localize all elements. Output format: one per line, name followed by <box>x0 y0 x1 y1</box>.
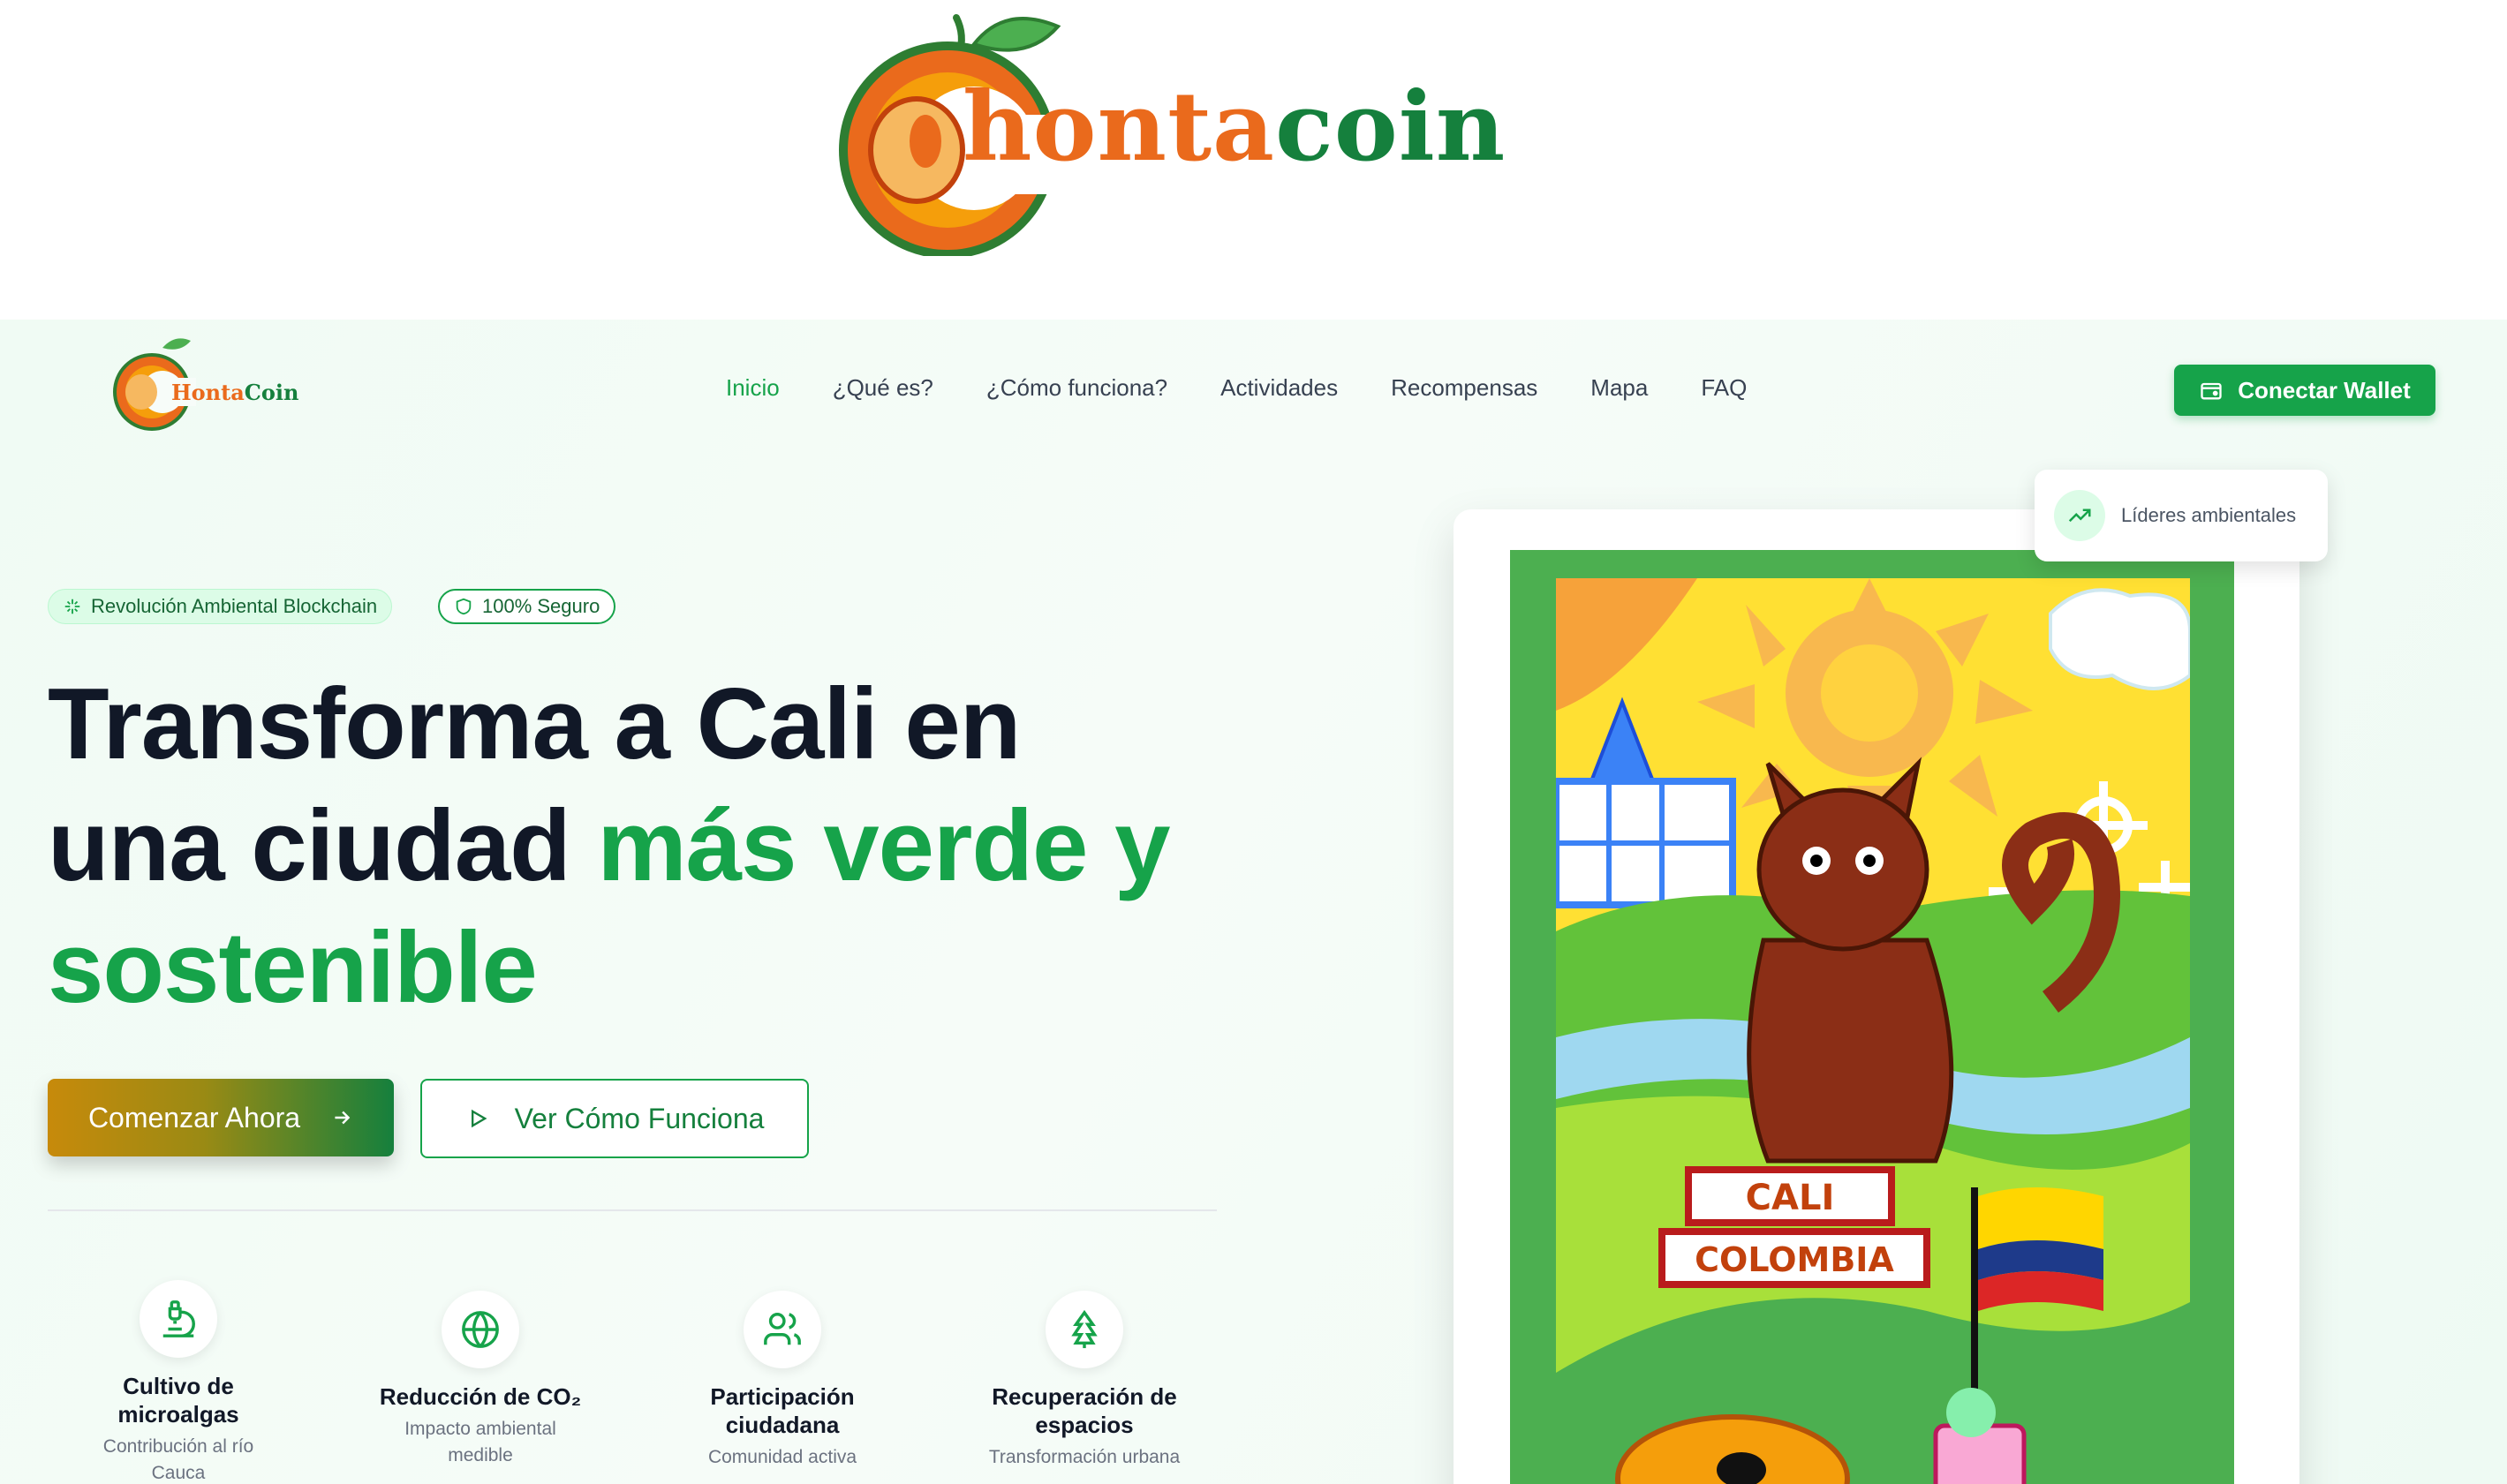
brand-banner: hontacoin <box>0 0 2507 320</box>
landing-page: HontaCoin Inicio ¿Qué es? ¿Cómo funciona… <box>0 320 2507 1484</box>
headline-highlight: más verde y <box>597 790 1170 902</box>
nav-link-faq[interactable]: FAQ <box>1701 374 1747 402</box>
start-now-label: Comenzar Ahora <box>87 1101 301 1134</box>
feature-title: Reducción de CO₂ <box>379 1383 582 1410</box>
environmental-leaders-label: Líderes ambientales <box>2121 504 2297 526</box>
feature-subtitle: Contribución al río Cauca <box>46 1434 311 1484</box>
sparkles-icon <box>64 599 80 614</box>
banner-wordmark: hontacoin <box>963 79 1506 175</box>
feature-title-line: espacios <box>1035 1412 1134 1438</box>
feature-title-line: Recuperación de <box>992 1383 1177 1410</box>
trending-up-icon <box>2054 490 2105 541</box>
connect-wallet-button[interactable]: Conectar Wallet <box>2174 365 2435 416</box>
feature-title: Participación ciudadana <box>650 1382 915 1439</box>
tree-icon <box>1046 1291 1123 1368</box>
sign-colombia: COLOMBIA <box>1695 1240 1894 1279</box>
feature-subtitle: Impacto ambiental medible <box>348 1416 613 1469</box>
feature-co2: Reducción de CO₂ Impacto ambiental medib… <box>348 1291 613 1469</box>
badge-revolucion: Revolución Ambiental Blockchain <box>48 589 393 624</box>
feature-title-line: Cultivo de <box>123 1373 234 1399</box>
feature-title: Cultivo de microalgas <box>46 1372 311 1428</box>
feature-subtitle-line: medible <box>448 1445 513 1465</box>
users-icon <box>744 1291 821 1368</box>
see-how-label: Ver Cómo Funciona <box>514 1102 765 1134</box>
nav-link-mapa[interactable]: Mapa <box>1590 374 1648 402</box>
banner-word-part: coin <box>1274 72 1506 183</box>
cali-artwork: CALI COLOMBIA <box>1556 578 2190 1484</box>
feature-title: Recuperación de espacios <box>952 1382 1217 1439</box>
play-icon <box>471 1109 487 1128</box>
feature-microalgas: Cultivo de microalgas Contribución al rí… <box>46 1280 311 1484</box>
environmental-leaders-card: Líderes ambientales <box>2035 470 2328 561</box>
feature-participacion: Participación ciudadana Comunidad activa <box>650 1291 915 1471</box>
headline-line: Transforma a Cali en <box>48 668 1021 780</box>
sign-cali: CALI <box>1746 1178 1835 1218</box>
feature-subtitle-line: Impacto ambiental <box>404 1419 556 1439</box>
main-nav: Inicio ¿Qué es? ¿Cómo funciona? Activida… <box>726 374 1747 402</box>
feature-title-line: Participación <box>710 1383 855 1410</box>
headline-highlight: sostenible <box>48 912 538 1024</box>
feature-title-line: microalgas <box>117 1401 239 1428</box>
badge-label: 100% Seguro <box>482 595 600 617</box>
nav-link-como-funciona[interactable]: ¿Cómo funciona? <box>986 374 1167 402</box>
nav-link-actividades[interactable]: Actividades <box>1220 374 1338 402</box>
see-how-it-works-button[interactable]: Ver Cómo Funciona <box>420 1079 809 1158</box>
arrow-right-icon <box>335 1111 351 1125</box>
feature-title-line: ciudadana <box>725 1412 840 1438</box>
hero-headline: Transforma a Cali en una ciudad más verd… <box>48 664 1302 1029</box>
wallet-icon <box>2201 382 2222 400</box>
nav-link-que-es[interactable]: ¿Qué es? <box>833 374 933 402</box>
headline-line: una ciudad <box>48 790 598 902</box>
feature-subtitle: Comunidad activa <box>707 1447 857 1467</box>
feature-subtitle-line: Cauca <box>151 1463 206 1483</box>
logo-text-part: Honta <box>171 380 245 405</box>
cali-illustration: CALI COLOMBIA <box>1556 578 2190 1484</box>
badge-label: Revolución Ambiental Blockchain <box>91 595 378 617</box>
section-divider <box>48 1209 1217 1211</box>
badge-seguro: 100% Seguro <box>438 589 616 624</box>
banner-word-part: honta <box>963 72 1275 183</box>
feature-subtitle: Transformación urbana <box>988 1447 1181 1467</box>
nav-link-inicio[interactable]: Inicio <box>726 374 780 402</box>
logo-text-part: Coin <box>244 380 299 405</box>
nav-logo-text: HontaCoin <box>171 380 298 405</box>
nav-link-recompensas[interactable]: Recompensas <box>1391 374 1537 402</box>
microscope-icon <box>140 1280 217 1358</box>
shield-icon <box>456 598 472 615</box>
feature-subtitle-line: Contribución al río <box>102 1436 254 1457</box>
globe-icon <box>442 1291 519 1368</box>
connect-wallet-label: Conectar Wallet <box>2238 376 2411 403</box>
feature-recuperacion: Recuperación de espacios Transformación … <box>952 1291 1217 1471</box>
start-now-button[interactable]: Comenzar Ahora <box>48 1079 394 1156</box>
